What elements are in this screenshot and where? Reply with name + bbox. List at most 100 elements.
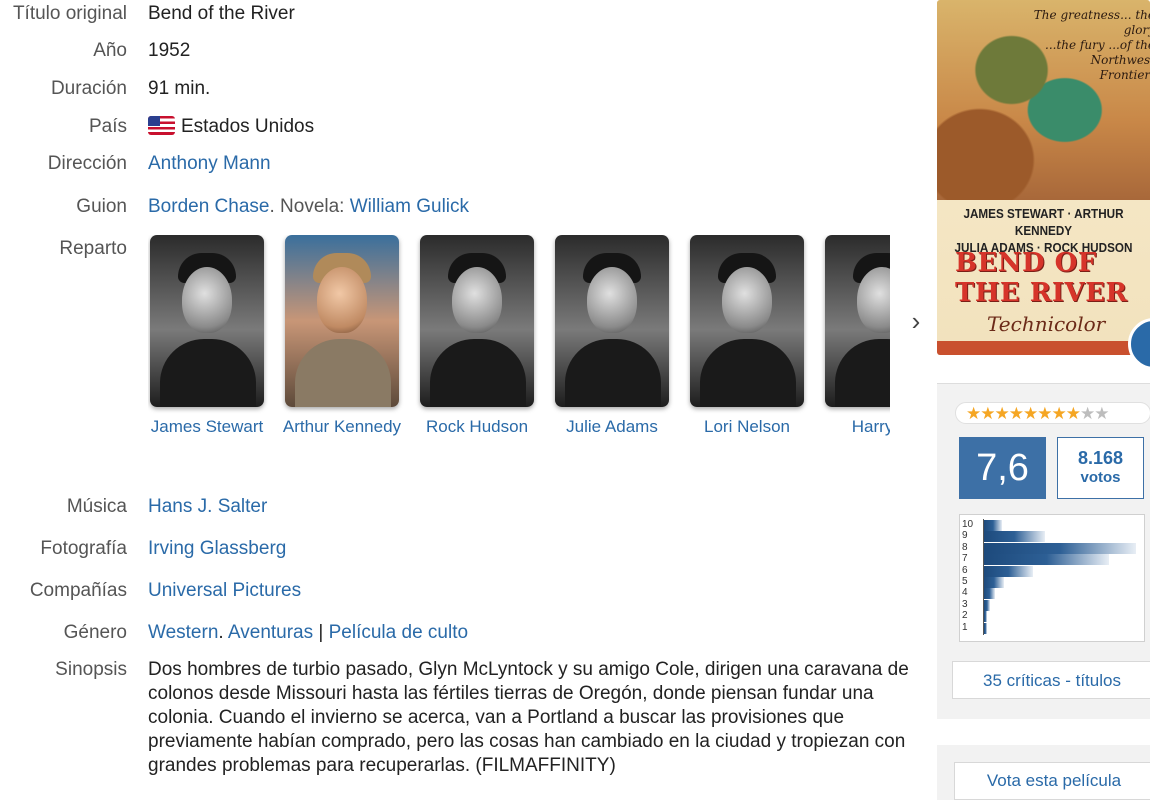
movie-poster[interactable]: The greatness... the glory ...the fury .… — [937, 0, 1150, 355]
critics-link[interactable]: 35 críticas - títulos — [952, 661, 1150, 699]
duration-value: 91 min. — [148, 78, 211, 99]
histogram-bar — [984, 622, 988, 634]
votes-count[interactable]: 8.168 votos — [1057, 437, 1144, 499]
histogram-bar — [984, 611, 988, 623]
genre-label: Género — [63, 622, 127, 643]
histogram-bar — [984, 588, 995, 600]
average-rating: 7,6 — [959, 437, 1046, 499]
topic-separator: | — [313, 622, 329, 643]
histogram-tick-label: 6 — [962, 564, 968, 576]
histogram-tick-label: 1 — [962, 621, 968, 633]
actor-photo[interactable] — [420, 235, 534, 407]
vote-movie-button[interactable]: Vota esta película — [954, 762, 1150, 800]
cast-member[interactable]: Lori Nelson — [688, 235, 818, 445]
cast-member[interactable]: Julie Adams — [553, 235, 683, 445]
topic-cult-link[interactable]: Película de culto — [329, 622, 468, 643]
star-empty-icon: ★ — [1080, 404, 1095, 423]
director-value: Anthony Mann — [148, 152, 920, 176]
histogram-bar — [984, 520, 1003, 531]
company-link[interactable]: Universal Pictures — [148, 580, 301, 601]
actor-name-link[interactable]: Harry M — [815, 417, 890, 437]
star-filled-icon: ★ — [1051, 404, 1067, 423]
photography-label: Fotografía — [40, 538, 127, 559]
country-value: Estados Unidos — [148, 115, 920, 139]
poster-title-line2: THE RIVER — [955, 278, 1128, 308]
cast-label: Reparto — [59, 238, 127, 259]
actor-photo[interactable] — [555, 235, 669, 407]
votes-number: 8.168 — [1077, 448, 1124, 468]
poster-tagline: The greatness... the glory ...the fury .… — [1033, 8, 1150, 82]
histogram-tick-label: 8 — [962, 541, 968, 553]
synopsis-label: Sinopsis — [55, 659, 127, 680]
star-filled-icon: ★ — [1065, 404, 1081, 423]
actor-name-link[interactable]: Lori Nelson — [680, 417, 814, 437]
us-flag-icon — [148, 116, 175, 135]
histogram-tick-label: 2 — [962, 610, 968, 622]
actor-name-link[interactable]: Rock Hudson — [410, 417, 544, 437]
histogram-tick-label: 5 — [962, 576, 968, 587]
poster-title-line1: BEND OF — [955, 248, 1097, 278]
star-filled-icon: ★ — [994, 404, 1010, 423]
star-filled-icon: ★ — [1023, 404, 1038, 423]
writer-link[interactable]: Borden Chase — [148, 196, 269, 217]
actor-name-link[interactable]: Julie Adams — [545, 417, 679, 437]
actor-photo[interactable] — [285, 235, 399, 407]
photography-link[interactable]: Irving Glassberg — [148, 538, 286, 559]
histogram-tick-label: 9 — [962, 530, 968, 542]
genre-western-link[interactable]: Western — [148, 622, 218, 643]
rating-histogram: 10 9 8 7 6 5 4 3 2 1 — [959, 514, 1145, 642]
companies-value: Universal Pictures — [148, 579, 920, 603]
histogram-tick-label: 4 — [962, 587, 968, 599]
histogram-tick-label: 10 — [962, 519, 974, 530]
original-title-value: Bend of the River — [148, 3, 295, 24]
novel-separator: . Novela: — [269, 196, 350, 217]
actor-name-link[interactable]: James Stewart — [148, 417, 274, 437]
genre-adventures-link[interactable]: Aventuras — [228, 622, 313, 643]
histogram-bar — [984, 531, 1045, 543]
director-link[interactable]: Anthony Mann — [148, 153, 271, 174]
original-title-label: Título original — [12, 3, 127, 24]
country-name: Estados Unidos — [181, 116, 315, 137]
actor-photo[interactable] — [150, 235, 264, 407]
histogram-bar — [984, 542, 1136, 554]
music-value: Hans J. Salter — [148, 495, 920, 519]
actor-photo[interactable] — [690, 235, 804, 407]
novel-author-link[interactable]: William Gulick — [350, 196, 469, 217]
screenplay-label: Guion — [76, 196, 127, 217]
year-label: Año — [93, 40, 127, 61]
poster-credits-line1: JAMES STEWART · ARTHUR KENNEDY — [963, 206, 1124, 238]
star-filled-icon: ★ — [1008, 404, 1024, 423]
histogram-tick-label: 7 — [962, 553, 968, 565]
histogram-bar — [984, 554, 1109, 566]
companies-label: Compañías — [29, 580, 127, 601]
director-label: Dirección — [47, 153, 127, 174]
histogram-tick-label: 3 — [962, 598, 968, 610]
star-empty-icon: ★ — [1094, 404, 1109, 423]
photography-value: Irving Glassberg — [148, 537, 920, 561]
star-filled-icon: ★ — [980, 404, 995, 423]
star-filled-icon: ★ — [966, 404, 981, 423]
histogram-bar — [984, 565, 1033, 577]
histogram-bar — [984, 577, 1004, 588]
actor-name-link[interactable]: Arthur Kennedy — [275, 417, 409, 437]
votes-label: votos — [1080, 469, 1121, 486]
actor-photo[interactable] — [825, 235, 890, 407]
histogram-bar — [984, 599, 991, 611]
vote-panel: Vota esta película — [937, 745, 1150, 800]
poster-title: BEND OF THE RIVER — [955, 248, 1150, 308]
synopsis-text: Dos hombres de turbio pasado, Glyn McLyn… — [148, 659, 909, 776]
music-label: Música — [66, 496, 127, 517]
poster-footer-strip — [937, 341, 1150, 355]
chevron-right-icon[interactable]: › — [905, 304, 927, 338]
star-rating: ★★★★★★★★★★ — [955, 402, 1150, 424]
movie-details: Título original Bend of the River Año 19… — [0, 0, 920, 800]
cast-member[interactable]: Harry M — [823, 235, 890, 445]
screenplay-value: Borden Chase. Novela: William Gulick — [148, 195, 920, 219]
cast-member[interactable]: Rock Hudson — [418, 235, 548, 445]
genre-separator: . — [218, 622, 228, 643]
cast-member[interactable]: James Stewart — [148, 235, 278, 445]
poster-technicolor: Technicolor — [987, 312, 1106, 336]
cast-member[interactable]: Arthur Kennedy — [283, 235, 413, 445]
cast-carousel: James Stewart Arthur Kennedy Rock Hudson Ju… — [148, 235, 890, 445]
music-link[interactable]: Hans J. Salter — [148, 496, 267, 517]
